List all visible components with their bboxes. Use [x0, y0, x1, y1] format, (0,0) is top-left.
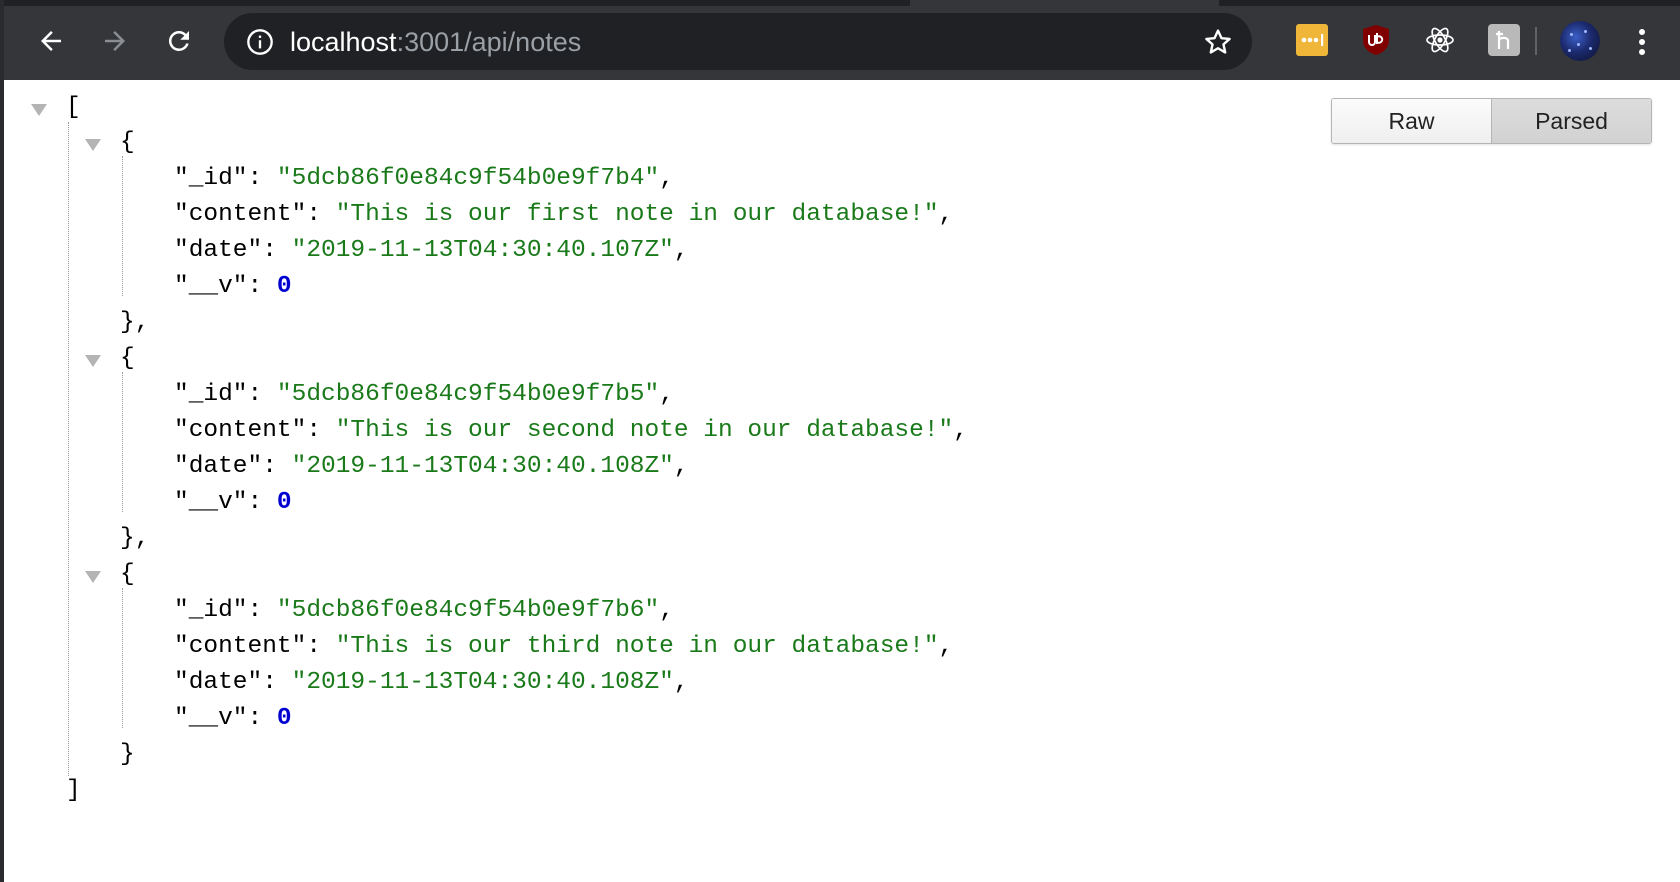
json-string-value: "5dcb86f0e84c9f54b0e9f7b4" [276, 165, 660, 192]
json-string-value: "2019-11-13T04:30:40.108Z" [291, 453, 674, 480]
json-key: "__v" [174, 489, 248, 516]
url-text[interactable]: localhost:3001/api/notes [290, 27, 581, 57]
json-string-value: "2019-11-13T04:30:40.108Z" [291, 669, 674, 696]
json-string-value: "2019-11-13T04:30:40.107Z" [291, 237, 674, 264]
forward-button[interactable] [92, 18, 138, 64]
json-key: "content" [174, 417, 307, 444]
object-open-brace: { [120, 345, 135, 372]
collapse-object-toggle[interactable] [85, 139, 101, 151]
json-key: "_id" [174, 597, 248, 624]
lastpass-extension-button[interactable] [1296, 24, 1328, 56]
json-entry: "__v": 0 [174, 273, 292, 300]
object-guide-1 [122, 156, 123, 296]
json-number-value: 0 [276, 705, 292, 732]
json-number-value: 0 [276, 489, 292, 516]
tab-strip-edge-right [1219, 0, 1680, 6]
json-number-value: 0 [276, 273, 292, 300]
array-open-bracket: [ [66, 94, 81, 121]
arrow-left-icon [41, 31, 61, 51]
object-close-brace: }, [120, 525, 150, 552]
lastpass-extension-icon [1296, 24, 1328, 56]
react-devtools-extension-button[interactable] [1424, 24, 1456, 56]
collapse-object-toggle[interactable] [85, 571, 101, 583]
react-devtools-extension-icon [1426, 27, 1454, 53]
reload-button[interactable] [156, 18, 202, 64]
json-string-value: "5dcb86f0e84c9f54b0e9f7b6" [276, 597, 660, 624]
object-guide-2 [122, 372, 123, 512]
object-close-brace: }, [120, 309, 150, 336]
json-entry: "date": "2019-11-13T04:30:40.108Z", [174, 669, 689, 696]
back-button[interactable] [28, 18, 74, 64]
json-key: "date" [174, 669, 263, 696]
object-guide-3 [122, 588, 123, 728]
json-entry: "content": "This is our first note in ou… [174, 201, 954, 228]
tab-strip-edge [4, 0, 910, 6]
json-view-toggle: Raw Parsed [1331, 98, 1652, 144]
json-key: "date" [174, 237, 263, 264]
json-key: "content" [174, 633, 307, 660]
json-entry: "_id": "5dcb86f0e84c9f54b0e9f7b4", [174, 165, 674, 192]
json-string-value: "This is our second note in our database… [335, 417, 954, 444]
json-entry: "_id": "5dcb86f0e84c9f54b0e9f7b5", [174, 381, 674, 408]
collapse-object-toggle[interactable] [85, 355, 101, 367]
json-string-value: "This is our first note in our database!… [335, 201, 939, 228]
object-open-brace: { [120, 561, 135, 588]
json-key: "date" [174, 453, 263, 480]
json-entry: "__v": 0 [174, 489, 292, 516]
profile-avatar[interactable] [1560, 21, 1600, 61]
hypothesis-extension-icon [1488, 24, 1520, 56]
json-entry: "content": "This is our third note in ou… [174, 633, 954, 660]
reload-icon [168, 30, 189, 51]
object-open-brace: { [120, 129, 135, 156]
raw-view-button[interactable]: Raw [1332, 99, 1492, 143]
star-icon[interactable] [1202, 26, 1234, 58]
url-path: :3001/api/notes [396, 27, 582, 57]
json-key: "content" [174, 201, 307, 228]
object-close-brace: } [120, 741, 135, 768]
arrow-right-icon [105, 31, 125, 51]
array-close-bracket: ] [66, 777, 81, 804]
ublock-origin-extension-icon [1363, 25, 1389, 55]
json-key: "__v" [174, 705, 248, 732]
hypothesis-extension-button[interactable] [1488, 24, 1520, 56]
json-key: "__v" [174, 273, 248, 300]
json-entry: "date": "2019-11-13T04:30:40.108Z", [174, 453, 689, 480]
ublock-extension-button[interactable] [1360, 24, 1392, 56]
json-key: "_id" [174, 165, 248, 192]
kebab-menu-icon[interactable] [1630, 22, 1654, 62]
json-string-value: "This is our third note in our database!… [335, 633, 939, 660]
json-string-value: "5dcb86f0e84c9f54b0e9f7b5" [276, 381, 660, 408]
info-icon[interactable] [246, 28, 274, 56]
json-entry: "date": "2019-11-13T04:30:40.107Z", [174, 237, 689, 264]
page-content: Raw Parsed [ { "_id": "5dcb86f0e84c9f54b… [4, 80, 1680, 882]
collapse-array-toggle[interactable] [31, 104, 47, 116]
browser-window: localhost:3001/api/notes Raw Parsed [{… [0, 0, 1680, 882]
json-entry: "__v": 0 [174, 705, 292, 732]
toolbar-separator [1535, 27, 1537, 55]
json-key: "_id" [174, 381, 248, 408]
browser-toolbar: localhost:3001/api/notes [4, 0, 1680, 80]
json-entry: "content": "This is our second note in o… [174, 417, 968, 444]
json-entry: "_id": "5dcb86f0e84c9f54b0e9f7b6", [174, 597, 674, 624]
array-guide [68, 122, 69, 776]
url-host: localhost [290, 27, 397, 57]
parsed-view-button[interactable]: Parsed [1492, 99, 1651, 143]
address-bar[interactable]: localhost:3001/api/notes [224, 13, 1252, 70]
